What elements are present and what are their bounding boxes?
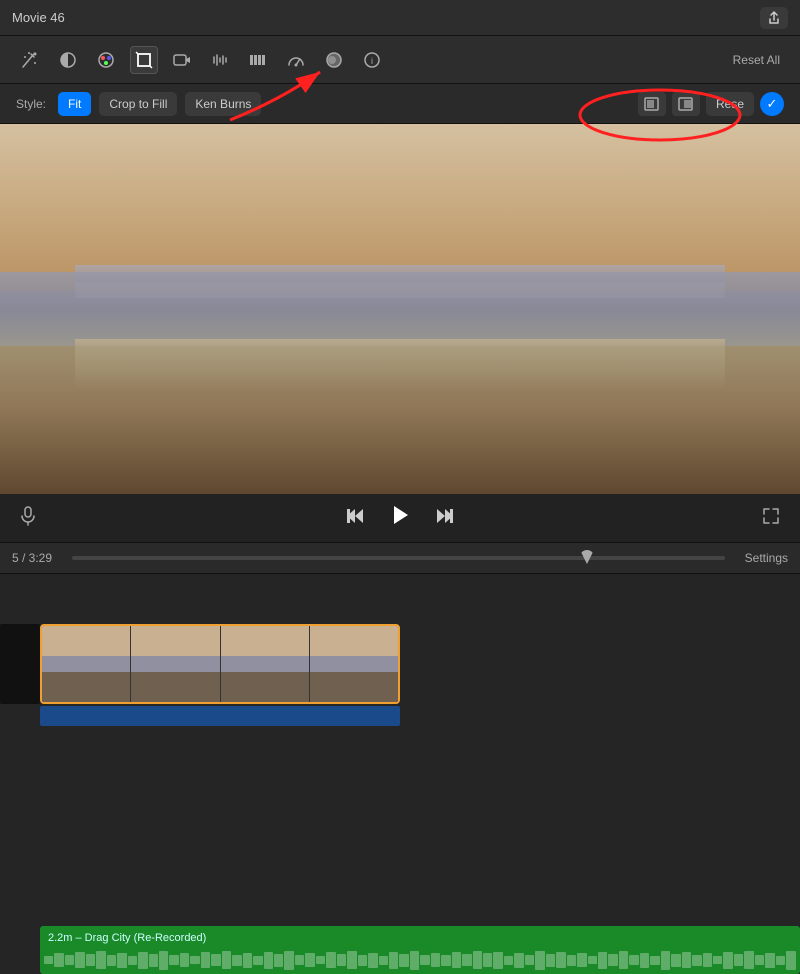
play-button[interactable] bbox=[389, 504, 411, 532]
title-bar: Movie 46 bbox=[0, 0, 800, 36]
wet-sand bbox=[75, 346, 725, 390]
camera-icon[interactable] bbox=[168, 46, 196, 74]
confirm-button[interactable]: ✓ bbox=[760, 92, 784, 116]
playback-controls bbox=[0, 494, 800, 542]
ken-burns-button[interactable]: Ken Burns bbox=[185, 92, 261, 116]
tracks-area bbox=[0, 624, 800, 726]
waveform bbox=[40, 950, 800, 970]
color-correct-icon[interactable] bbox=[54, 46, 82, 74]
clip-thumbnail-strip bbox=[40, 624, 400, 704]
svg-text:i: i bbox=[371, 56, 373, 66]
reset-button[interactable]: Rese bbox=[706, 92, 754, 116]
toolbar: i Reset All bbox=[0, 36, 800, 84]
time-display: 5 / 3:29 bbox=[12, 551, 52, 565]
crop-to-fill-button[interactable]: Crop to Fill bbox=[99, 92, 177, 116]
timeline-scrubber[interactable] bbox=[72, 556, 725, 560]
music-track-label: 2.2m – Drag City (Re-Recorded) bbox=[48, 932, 206, 944]
app-window: Movie 46 bbox=[0, 0, 800, 974]
speedometer-icon[interactable] bbox=[282, 46, 310, 74]
rewind-button[interactable] bbox=[345, 506, 365, 531]
crop-icon[interactable] bbox=[130, 46, 158, 74]
video-clip[interactable] bbox=[40, 624, 400, 726]
style-bar: Style: Fit Crop to Fill Ken Burns Rese ✓ bbox=[0, 84, 800, 124]
color-palette-icon[interactable] bbox=[92, 46, 120, 74]
fit-button[interactable]: Fit bbox=[58, 92, 91, 116]
style-bar-right: Rese ✓ bbox=[638, 92, 784, 116]
timeline-section: 2.2m – Drag City (Re-Recorded) bbox=[0, 574, 800, 974]
fullscreen-button[interactable] bbox=[762, 507, 780, 530]
clip-thumb-1 bbox=[42, 626, 131, 702]
clip-thumb-2 bbox=[131, 626, 220, 702]
filter-icon[interactable] bbox=[320, 46, 348, 74]
clip-thumb-4 bbox=[310, 626, 398, 702]
timeline-thumb[interactable] bbox=[580, 550, 594, 564]
magic-wand-icon[interactable] bbox=[16, 46, 44, 74]
share-icon bbox=[767, 11, 781, 25]
black-clip[interactable] bbox=[0, 624, 40, 704]
timeline-bar: 5 / 3:29 Settings bbox=[0, 542, 800, 574]
timeline-header-space bbox=[0, 574, 800, 624]
forward-button[interactable] bbox=[435, 506, 455, 531]
music-track[interactable]: 2.2m – Drag City (Re-Recorded) bbox=[40, 926, 800, 974]
share-button[interactable] bbox=[760, 7, 788, 29]
reset-all-button[interactable]: Reset All bbox=[733, 53, 780, 67]
video-audio-track bbox=[40, 706, 400, 726]
window-title: Movie 46 bbox=[12, 10, 65, 25]
audio-icon[interactable] bbox=[206, 46, 234, 74]
video-container bbox=[0, 124, 800, 494]
titles-icon[interactable] bbox=[244, 46, 272, 74]
video-frame bbox=[0, 124, 800, 494]
end-frame-button[interactable] bbox=[672, 92, 700, 116]
settings-button[interactable]: Settings bbox=[745, 551, 788, 565]
start-frame-button[interactable] bbox=[638, 92, 666, 116]
microphone-button[interactable] bbox=[20, 506, 36, 531]
beach-scene bbox=[0, 124, 800, 494]
preview-section bbox=[0, 124, 800, 542]
style-label: Style: bbox=[16, 97, 46, 111]
info-icon[interactable]: i bbox=[358, 46, 386, 74]
clip-thumb-3 bbox=[221, 626, 310, 702]
